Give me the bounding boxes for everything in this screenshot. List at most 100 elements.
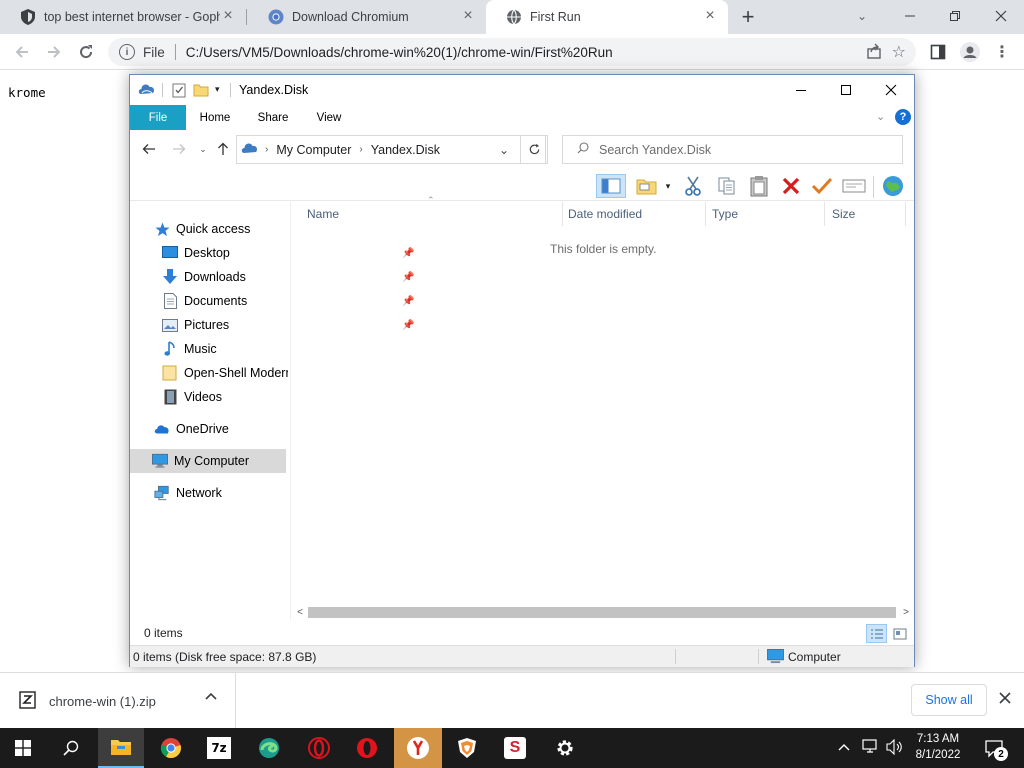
column-divider[interactable] bbox=[905, 202, 906, 226]
restore-button[interactable] bbox=[941, 2, 969, 30]
column-divider[interactable] bbox=[705, 202, 706, 226]
properties-icon[interactable] bbox=[841, 174, 867, 198]
pane-splitter[interactable] bbox=[290, 202, 291, 620]
brave-taskbar-icon[interactable] bbox=[444, 728, 490, 768]
help-icon[interactable]: ? bbox=[895, 109, 911, 125]
forward-button[interactable] bbox=[168, 139, 190, 159]
nav-onedrive[interactable]: OneDrive bbox=[154, 417, 229, 441]
show-all-button[interactable]: Show all bbox=[911, 684, 987, 716]
rename-check-icon[interactable] bbox=[809, 174, 835, 198]
minimize-button[interactable] bbox=[896, 2, 924, 30]
profile-avatar[interactable] bbox=[956, 38, 984, 66]
column-header-name[interactable]: Name bbox=[307, 202, 561, 226]
chrome-taskbar-icon[interactable] bbox=[148, 728, 194, 768]
volume-icon[interactable] bbox=[886, 738, 904, 758]
refresh-button[interactable] bbox=[520, 135, 548, 164]
close-icon[interactable]: × bbox=[460, 8, 476, 25]
tab-home[interactable]: Home bbox=[190, 105, 240, 130]
opera-gx-taskbar-icon[interactable] bbox=[344, 728, 390, 768]
maximize-button[interactable] bbox=[823, 75, 869, 105]
search-box[interactable]: Search Yandex.Disk bbox=[562, 135, 903, 164]
search-icon[interactable] bbox=[48, 728, 94, 768]
nav-network[interactable]: Network bbox=[154, 481, 222, 505]
close-icon[interactable] bbox=[999, 692, 1011, 707]
address-bar[interactable]: i File C:/Users/VM5/Downloads/chrome-win… bbox=[108, 38, 916, 66]
share-icon[interactable] bbox=[866, 43, 882, 62]
file-explorer-taskbar-icon[interactable] bbox=[98, 728, 144, 768]
slimjet-taskbar-icon[interactable]: S bbox=[492, 728, 538, 768]
nav-quick-access[interactable]: Quick access bbox=[154, 217, 250, 241]
details-view-button[interactable] bbox=[866, 624, 887, 643]
cut-icon[interactable] bbox=[680, 174, 706, 198]
7zip-taskbar-icon[interactable]: 7z bbox=[196, 728, 242, 768]
nav-documents[interactable]: Documents bbox=[162, 289, 247, 313]
tab-search-button[interactable]: ⌄ bbox=[848, 2, 876, 30]
start-button[interactable] bbox=[0, 728, 46, 768]
paste-icon[interactable] bbox=[746, 174, 772, 198]
minimize-button[interactable] bbox=[778, 75, 824, 105]
back-button[interactable] bbox=[8, 38, 36, 66]
column-divider[interactable] bbox=[562, 202, 563, 226]
horizontal-scrollbar[interactable]: < > bbox=[292, 605, 914, 620]
ribbon-expand-icon[interactable]: ⌄ bbox=[876, 110, 885, 123]
close-icon[interactable]: × bbox=[220, 8, 236, 25]
side-panel-button[interactable] bbox=[924, 38, 952, 66]
edge-taskbar-icon[interactable] bbox=[246, 728, 292, 768]
nav-open-shell-modern[interactable]: Open-Shell Modern bbox=[162, 361, 288, 385]
network-status-icon[interactable] bbox=[862, 739, 880, 758]
breadcrumb-yandex-disk[interactable]: Yandex.Disk bbox=[371, 143, 440, 157]
gear-icon[interactable] bbox=[542, 728, 588, 768]
forward-button[interactable] bbox=[40, 38, 68, 66]
nav-downloads[interactable]: Downloads bbox=[162, 265, 246, 289]
delete-icon[interactable] bbox=[778, 174, 804, 198]
clock[interactable]: 7:13 AM 8/1/2022 bbox=[908, 731, 968, 763]
nav-music[interactable]: Music bbox=[162, 337, 217, 361]
scroll-right-arrow[interactable]: > bbox=[898, 605, 914, 620]
close-window-button[interactable] bbox=[987, 2, 1015, 30]
chevron-right-icon[interactable]: › bbox=[265, 144, 268, 155]
column-divider[interactable] bbox=[824, 202, 825, 226]
column-header-type[interactable]: Type bbox=[712, 202, 822, 226]
new-item-icon[interactable] bbox=[634, 174, 660, 198]
quick-access-toolbar-dropdown[interactable]: ▾ bbox=[215, 84, 220, 95]
yandex-browser-taskbar-icon[interactable] bbox=[394, 728, 442, 768]
close-icon[interactable]: × bbox=[702, 8, 718, 25]
chevron-right-icon[interactable]: › bbox=[359, 144, 362, 155]
navigation-pane-button[interactable] bbox=[596, 174, 626, 198]
new-tab-button[interactable]: + bbox=[734, 3, 762, 31]
close-button[interactable] bbox=[868, 75, 914, 105]
menu-kebab-icon[interactable]: ⋮ bbox=[988, 38, 1016, 66]
info-icon[interactable]: i bbox=[119, 44, 135, 60]
breadcrumb-my-computer[interactable]: My Computer bbox=[276, 143, 351, 157]
address-bar[interactable]: › My Computer › Yandex.Disk ⌄ bbox=[236, 135, 546, 164]
tab-view[interactable]: View bbox=[306, 105, 352, 130]
chevron-up-icon[interactable] bbox=[838, 740, 850, 754]
properties-check-icon[interactable] bbox=[171, 82, 187, 101]
up-button[interactable] bbox=[212, 139, 234, 159]
chevron-down-icon[interactable]: ▾ bbox=[660, 174, 676, 198]
nav-desktop[interactable]: Desktop bbox=[162, 241, 230, 265]
tab-file[interactable]: File bbox=[130, 105, 186, 130]
copy-icon[interactable] bbox=[714, 174, 740, 198]
bookmark-star-icon[interactable]: ☆ bbox=[892, 42, 906, 62]
scroll-left-arrow[interactable]: < bbox=[292, 605, 308, 620]
opera-taskbar-icon[interactable] bbox=[296, 728, 342, 768]
recent-locations-dropdown[interactable]: ⌄ bbox=[192, 139, 214, 159]
tab-download-chromium[interactable]: Download Chromium × bbox=[248, 0, 486, 34]
column-header-size[interactable]: Size bbox=[832, 202, 902, 226]
nav-my-computer[interactable]: My Computer bbox=[130, 449, 286, 473]
chevron-down-icon[interactable]: ⌄ bbox=[499, 143, 509, 157]
column-header-date-modified[interactable]: Date modified bbox=[568, 202, 704, 226]
new-folder-icon[interactable] bbox=[193, 82, 209, 101]
back-button[interactable] bbox=[138, 139, 160, 159]
scrollbar-thumb[interactable] bbox=[308, 607, 896, 618]
chevron-up-icon[interactable] bbox=[205, 691, 217, 705]
large-icons-view-button[interactable] bbox=[890, 625, 909, 642]
nav-pictures[interactable]: Pictures bbox=[162, 313, 229, 337]
nav-videos[interactable]: Videos bbox=[162, 385, 222, 409]
tab-share[interactable]: Share bbox=[248, 105, 298, 130]
reload-button[interactable] bbox=[72, 38, 100, 66]
internet-globe-icon[interactable] bbox=[880, 174, 906, 198]
tab-gopher[interactable]: top best internet browser - Goph × bbox=[0, 0, 246, 34]
tab-first-run[interactable]: First Run × bbox=[486, 0, 728, 34]
